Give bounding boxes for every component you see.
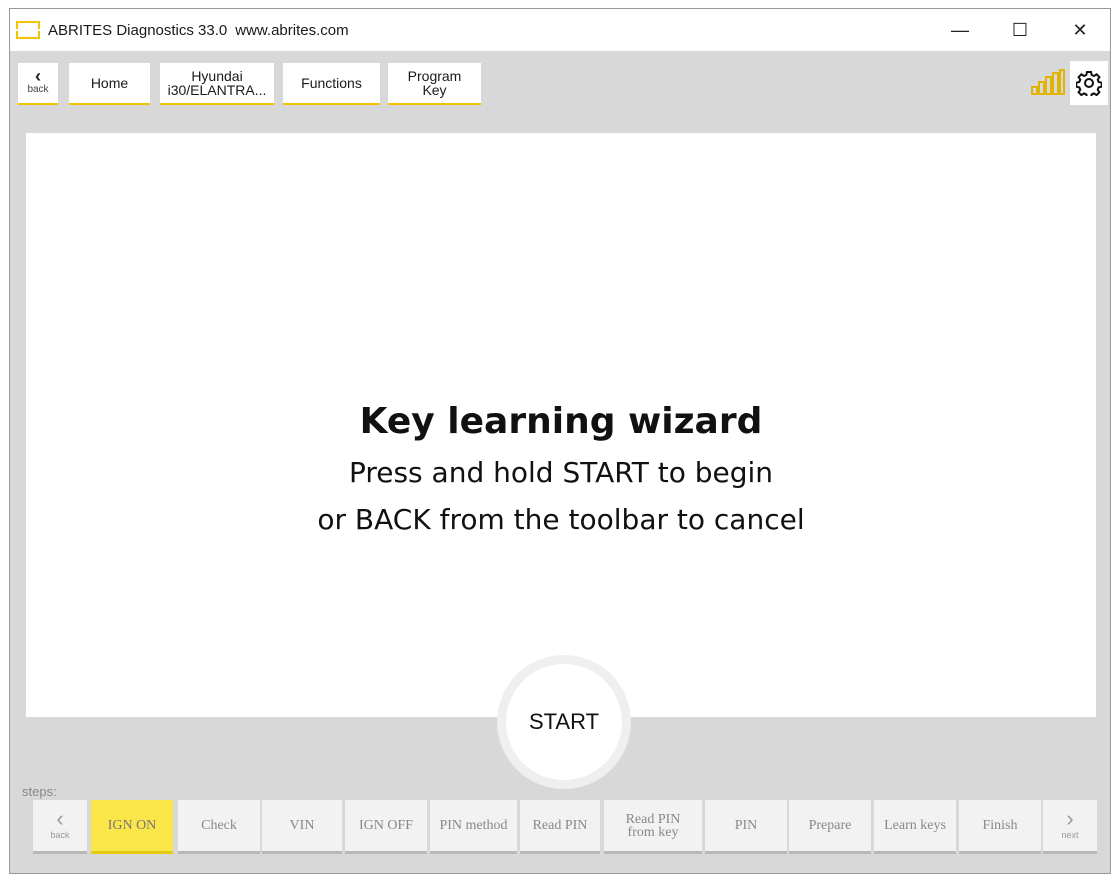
minimize-button[interactable]: —: [930, 9, 990, 51]
vehicle-make: Hyundai: [191, 68, 243, 84]
window-title: ABRITES Diagnostics 33.0: [48, 21, 228, 39]
steps-back-label: back: [50, 830, 70, 840]
steps-next-button[interactable]: › next: [1043, 800, 1097, 854]
wizard-instruction-line2: or BACK from the toolbar to cancel: [317, 503, 805, 536]
step-label: Prepare: [808, 818, 852, 833]
step-label-line1: Read PIN: [625, 811, 681, 827]
step-label: VIN: [289, 818, 315, 833]
step-label: IGN OFF: [358, 818, 414, 833]
steps-label: steps:: [22, 784, 57, 799]
steps-back-button[interactable]: ‹ back: [33, 800, 87, 854]
step-learn-keys[interactable]: Learn keys: [874, 800, 956, 854]
wizard-title: Key learning wizard: [359, 401, 763, 442]
chevron-left-icon: ‹: [56, 806, 64, 831]
maximize-button[interactable]: ☐: [990, 9, 1050, 51]
step-label-line2: from key: [627, 824, 679, 840]
settings-button[interactable]: [1070, 61, 1108, 105]
app-window: ABRITES Diagnostics 33.0 www.abrites.com…: [9, 8, 1111, 874]
steps-next-label: next: [1061, 830, 1079, 840]
step-read-pin-from-key[interactable]: Read PIN from key: [604, 800, 702, 854]
signal-strength-icon[interactable]: [1030, 69, 1066, 95]
back-label: back: [27, 84, 49, 95]
abrites-logo-icon: [16, 21, 40, 39]
step-pin-method[interactable]: PIN method: [430, 800, 517, 854]
title-bar: ABRITES Diagnostics 33.0 www.abrites.com…: [10, 9, 1110, 51]
vehicle-model: i30/ELANTRA...: [167, 82, 267, 98]
window-controls: — ☐ ✕: [930, 9, 1110, 51]
step-pin[interactable]: PIN: [705, 800, 787, 854]
step-label: PIN method: [439, 818, 508, 833]
step-ign-off[interactable]: IGN OFF: [345, 800, 427, 854]
step-label: Check: [201, 818, 237, 833]
step-ign-on[interactable]: IGN ON: [91, 800, 173, 854]
start-button[interactable]: START: [506, 664, 622, 780]
window-url: www.abrites.com: [235, 21, 349, 39]
gear-icon: [1076, 71, 1102, 96]
home-button[interactable]: Home: [69, 63, 150, 105]
back-button[interactable]: ‹ back: [18, 63, 58, 105]
close-button[interactable]: ✕: [1050, 9, 1110, 51]
toolbar: ‹ back Home Hyundai i30/ELANTRA... Funct…: [10, 51, 1110, 113]
step-label: Learn keys: [884, 818, 946, 833]
program-key-line1: Program: [407, 68, 462, 84]
step-finish[interactable]: Finish: [959, 800, 1041, 854]
step-label: PIN: [734, 818, 758, 833]
program-key-line2: Key: [422, 82, 447, 98]
step-read-pin[interactable]: Read PIN: [520, 800, 600, 854]
vehicle-button[interactable]: Hyundai i30/ELANTRA...: [160, 63, 274, 105]
wizard-instruction-line1: Press and hold START to begin: [348, 456, 774, 489]
step-label: Read PIN: [532, 818, 588, 833]
wizard-panel: Key learning wizard Press and hold START…: [26, 133, 1096, 717]
functions-button[interactable]: Functions: [283, 63, 380, 105]
step-label: Finish: [982, 818, 1018, 833]
chevron-left-icon: ‹: [35, 66, 41, 86]
step-label: IGN ON: [107, 818, 157, 833]
step-vin[interactable]: VIN: [262, 800, 342, 854]
step-check[interactable]: Check: [178, 800, 260, 854]
program-key-button[interactable]: Program Key: [388, 63, 481, 105]
chevron-right-icon: ›: [1066, 806, 1074, 831]
step-prepare[interactable]: Prepare: [789, 800, 871, 854]
